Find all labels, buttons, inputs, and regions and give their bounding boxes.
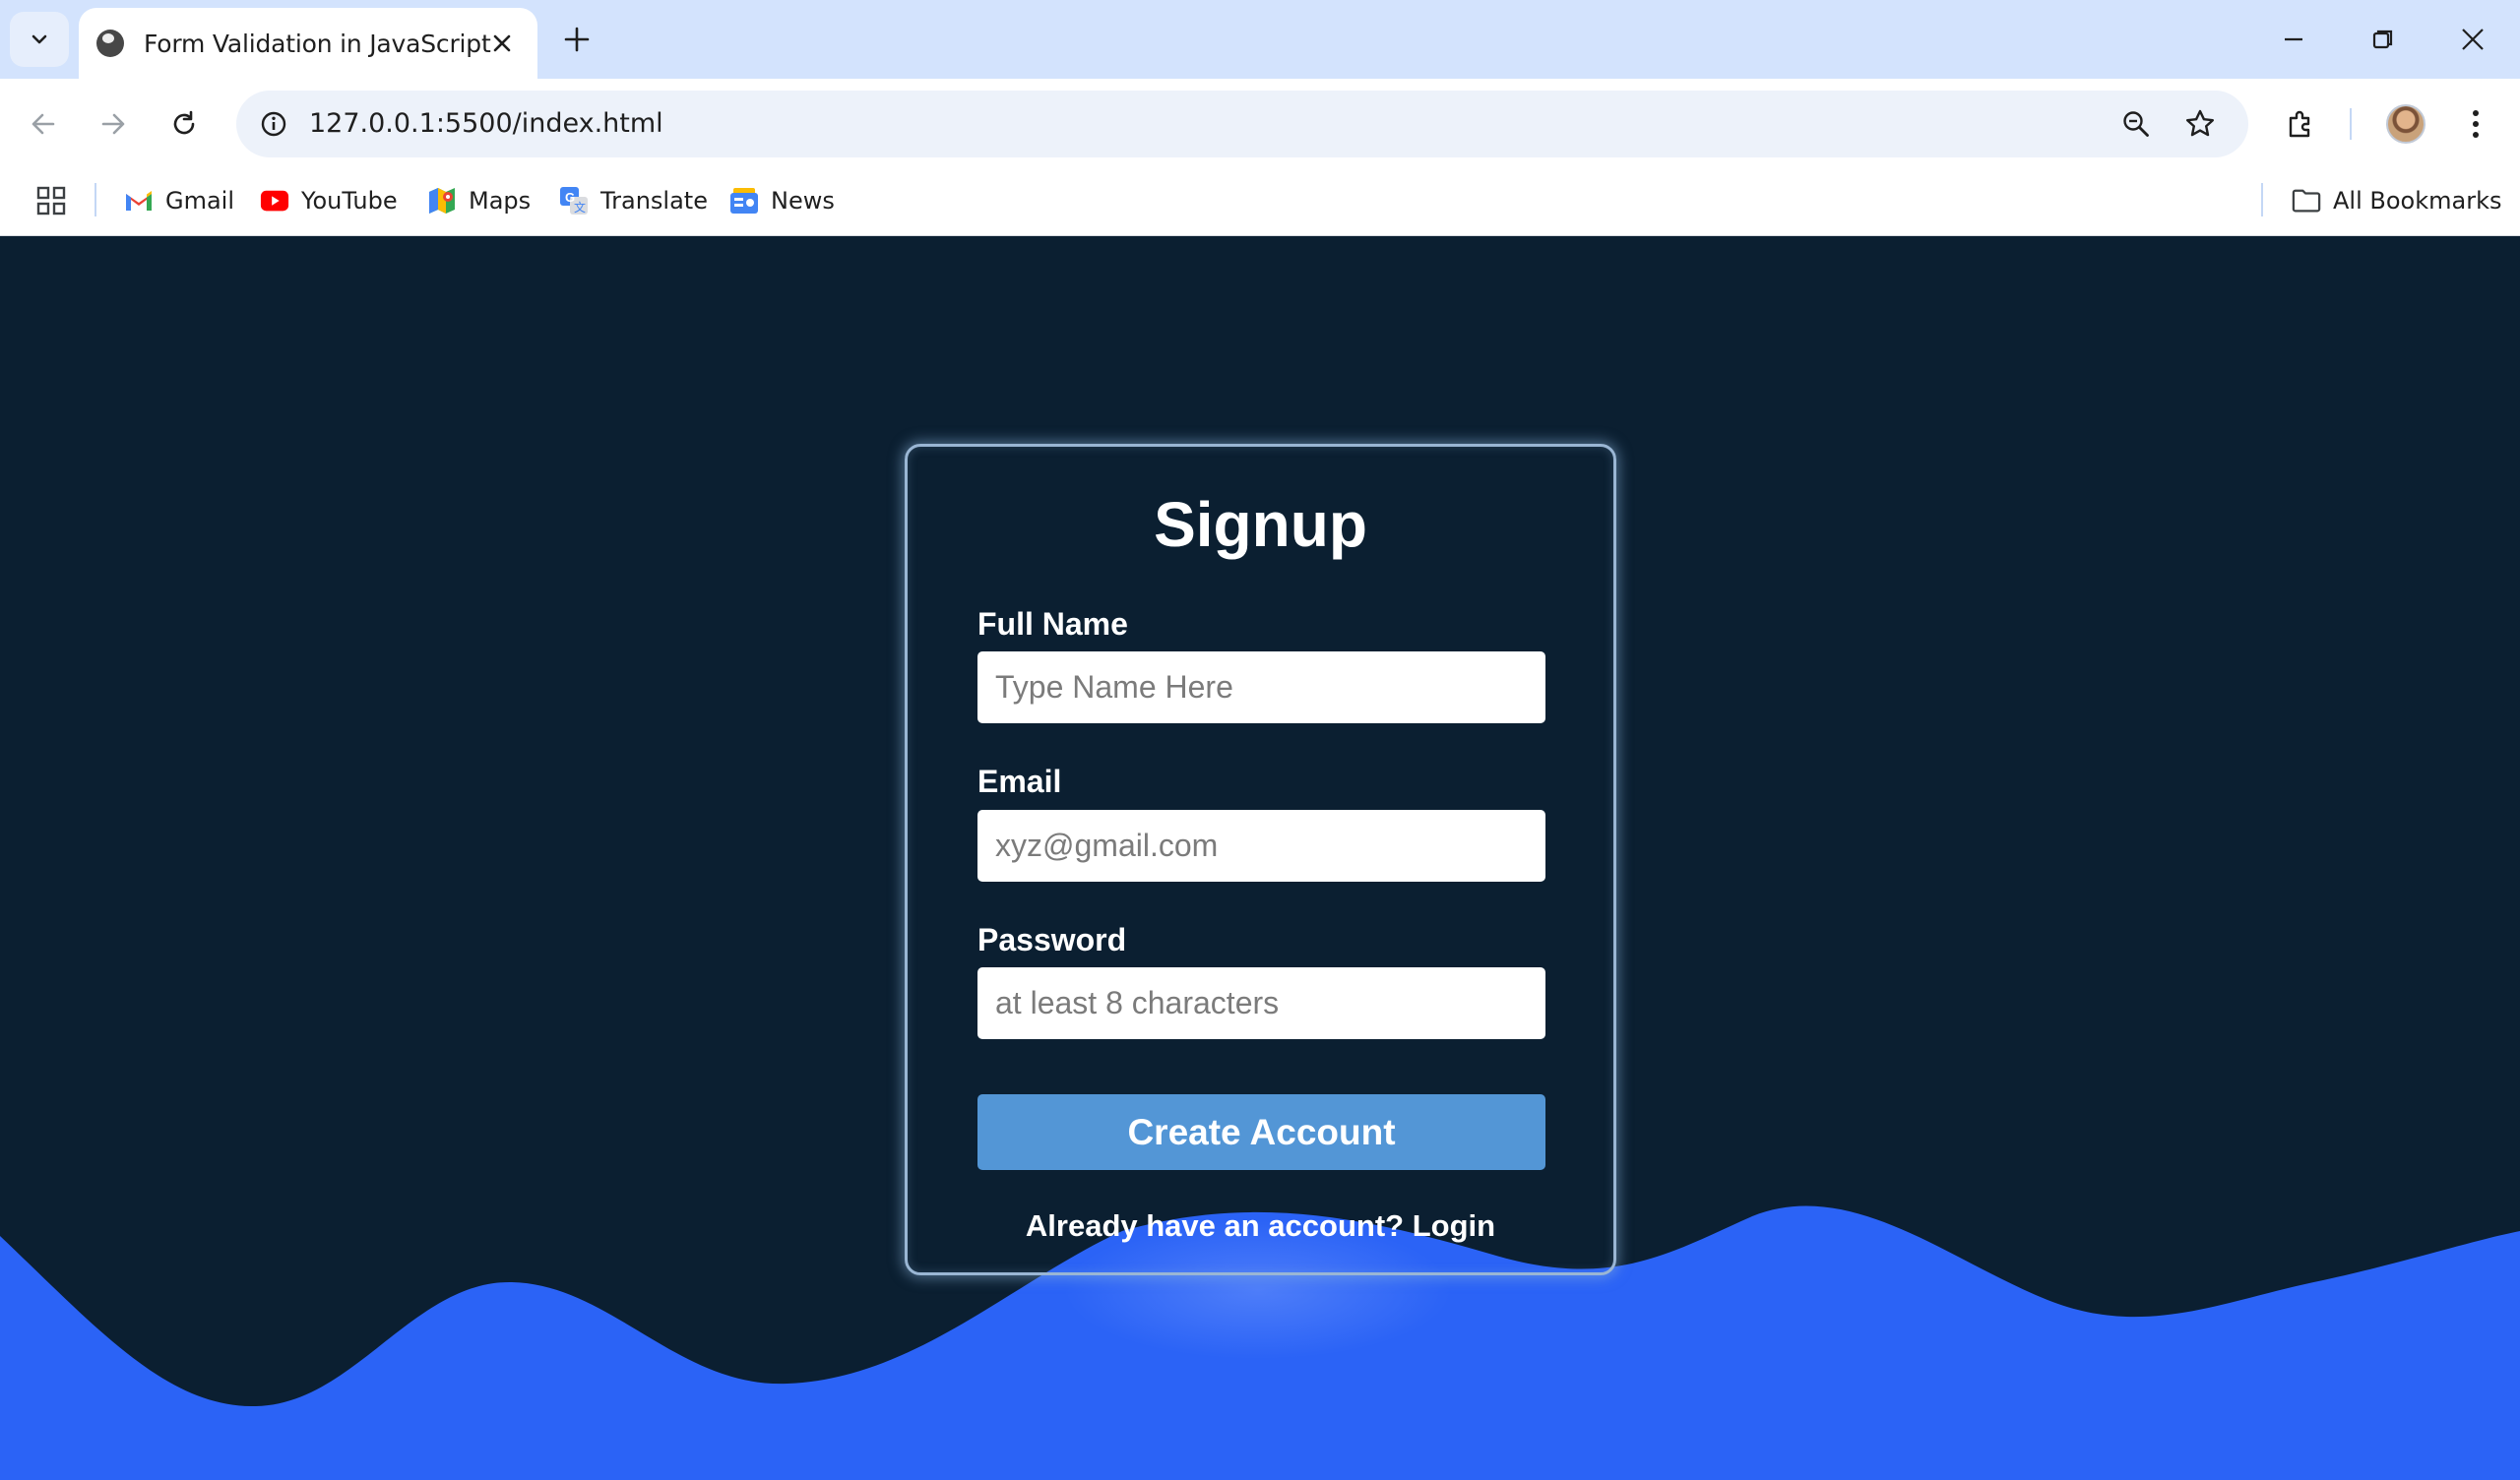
globe-icon xyxy=(96,30,124,57)
address-bar[interactable]: 127.0.0.1:5500/index.html xyxy=(236,91,2248,157)
forward-button[interactable] xyxy=(90,100,137,148)
reload-button[interactable] xyxy=(160,100,208,148)
tab-search-button[interactable] xyxy=(10,12,69,67)
menu-button[interactable] xyxy=(2452,100,2499,148)
back-button[interactable] xyxy=(20,100,67,148)
site-info-button[interactable] xyxy=(254,104,293,144)
active-tab[interactable]: Form Validation in JavaScript xyxy=(79,8,537,79)
bookmark-label: YouTube xyxy=(301,187,398,215)
tab-title: Form Validation in JavaScript xyxy=(144,29,491,58)
bookmarks-bar: Gmail YouTube Maps G文 Translate News All… xyxy=(0,169,2520,236)
login-prompt-text: Already have an account? xyxy=(1025,1208,1405,1243)
profile-avatar[interactable] xyxy=(2386,104,2426,144)
extensions-button[interactable] xyxy=(2277,100,2324,148)
restore-button[interactable] xyxy=(2356,12,2411,67)
new-tab-button[interactable] xyxy=(557,20,597,59)
apps-grid-icon xyxy=(36,186,66,216)
arrow-left-icon xyxy=(32,113,55,135)
bookmark-maps[interactable]: Maps xyxy=(427,181,531,220)
email-input[interactable] xyxy=(977,810,1545,882)
full-name-input[interactable] xyxy=(977,651,1545,723)
url-text: 127.0.0.1:5500/index.html xyxy=(309,108,663,139)
bookmark-label: Maps xyxy=(469,187,532,215)
chevron-down-icon xyxy=(32,34,47,44)
create-account-button[interactable]: Create Account xyxy=(977,1094,1545,1170)
bookmark-news[interactable]: News xyxy=(729,181,835,220)
bookmark-label: Gmail xyxy=(165,187,235,215)
maps-icon xyxy=(427,186,457,216)
form-title: Signup xyxy=(1154,489,1367,560)
arrow-right-icon xyxy=(101,113,125,135)
zoom-button[interactable] xyxy=(2116,104,2156,144)
tab-close-button[interactable] xyxy=(486,28,518,59)
puzzle-icon xyxy=(2289,110,2310,138)
restore-icon xyxy=(2372,30,2393,49)
close-icon xyxy=(2462,29,2484,50)
bookmarks-divider xyxy=(94,183,96,216)
bookmark-star-button[interactable] xyxy=(2180,104,2220,144)
folder-icon xyxy=(2292,186,2321,216)
signup-form: Signup Full Name Email Password Create A… xyxy=(905,444,1616,1275)
reload-icon xyxy=(173,110,195,135)
minimize-icon xyxy=(2285,37,2302,41)
minimize-button[interactable] xyxy=(2266,12,2321,67)
zoom-out-icon xyxy=(2123,111,2149,137)
login-prompt-line: Already have an account? Login xyxy=(908,1208,1613,1244)
apps-button[interactable] xyxy=(33,183,69,218)
toolbar-divider xyxy=(2350,108,2352,140)
bookmarks-divider xyxy=(2261,183,2263,216)
all-bookmarks-button[interactable]: All Bookmarks xyxy=(2292,181,2501,220)
plus-icon xyxy=(564,27,590,52)
password-input[interactable] xyxy=(977,967,1545,1039)
svg-text:文: 文 xyxy=(574,200,586,215)
bookmark-youtube[interactable]: YouTube xyxy=(260,181,398,220)
news-icon xyxy=(729,186,759,216)
bookmark-gmail[interactable]: Gmail xyxy=(124,181,234,220)
login-link[interactable]: Login xyxy=(1413,1208,1495,1243)
translate-icon: G文 xyxy=(559,186,589,216)
page-viewport: Signup Full Name Email Password Create A… xyxy=(0,237,2520,1480)
bookmark-translate[interactable]: G文 Translate xyxy=(559,181,708,220)
all-bookmarks-label: All Bookmarks xyxy=(2333,187,2502,215)
tab-strip: Form Validation in JavaScript xyxy=(0,0,2520,79)
more-vertical-icon xyxy=(2473,110,2479,138)
youtube-icon xyxy=(260,186,289,216)
info-icon xyxy=(261,111,286,137)
bookmark-label: News xyxy=(771,187,835,215)
full-name-label: Full Name xyxy=(977,606,1128,642)
gmail-icon xyxy=(124,186,154,216)
star-icon xyxy=(2186,109,2214,137)
close-icon xyxy=(493,34,511,52)
browser-toolbar: 127.0.0.1:5500/index.html xyxy=(0,79,2520,169)
email-label: Email xyxy=(977,764,1062,799)
password-label: Password xyxy=(977,922,1127,957)
close-window-button[interactable] xyxy=(2445,12,2500,67)
bookmark-label: Translate xyxy=(600,187,708,215)
